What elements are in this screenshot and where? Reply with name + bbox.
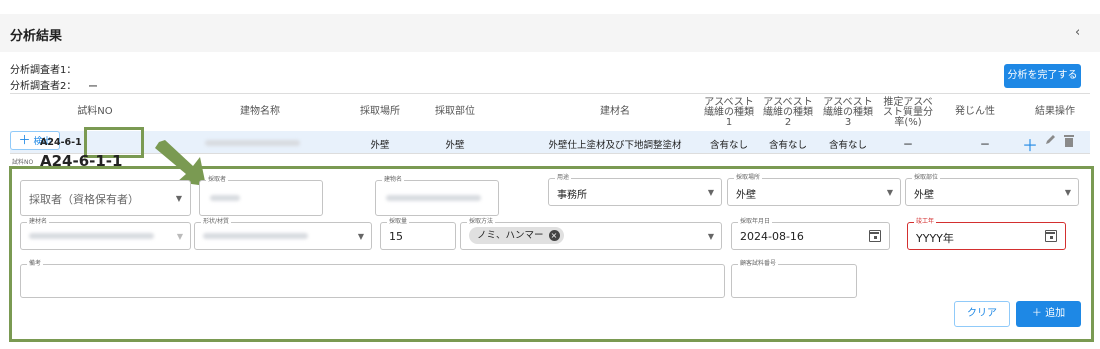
- dropdown-arrow-icon: ▼: [357, 232, 364, 241]
- dropdown-arrow-icon: ▼: [175, 194, 182, 203]
- investigator-1-label: 分析調査者1：: [10, 65, 77, 76]
- usage-select[interactable]: 用途 事務所 ▼: [548, 173, 722, 206]
- part-value: 外壁: [914, 190, 934, 201]
- add-button[interactable]: ＋ 追加: [1016, 301, 1081, 327]
- ratio-cell: ー: [903, 140, 913, 151]
- shape-select[interactable]: 形状/材質 ▼: [194, 217, 372, 250]
- method-chip[interactable]: ノミ、ハンマー ×: [469, 227, 564, 244]
- field-label: 備考: [27, 259, 44, 269]
- add-icon[interactable]: ＋: [1022, 132, 1038, 156]
- building-name-field[interactable]: 建物名: [375, 175, 499, 216]
- field-label: 採取年月日: [738, 217, 773, 227]
- amount-value: 15: [389, 230, 403, 243]
- column-header: 結果操作: [1035, 106, 1075, 117]
- table-header: 試料NO 建物名称 採取場所 採取部位 建材名 アスベスト 繊維の種類 1 アス…: [10, 93, 1090, 132]
- field-label: 採取量: [387, 217, 410, 227]
- calendar-icon[interactable]: [1045, 230, 1057, 242]
- part-cell: 外壁: [445, 140, 465, 151]
- field-label: 採取部位: [912, 173, 941, 183]
- column-header: 発じん性: [955, 106, 995, 117]
- place-value: 外壁: [736, 190, 756, 201]
- material-cell: 外壁仕上塗材及び下地調整塗材: [548, 140, 682, 151]
- field-label: 竣工年: [914, 217, 937, 227]
- column-header: 採取部位: [435, 106, 475, 117]
- collector-placeholder: 採取者（資格保有者）: [29, 193, 139, 206]
- date-value: 2024-08-16: [740, 230, 804, 243]
- collector-select[interactable]: 採取者（資格保有者） ▼: [20, 180, 191, 216]
- field-label: 採取方法: [467, 217, 496, 227]
- material-name-field[interactable]: 建材名 ▼: [20, 217, 191, 250]
- dropdown-arrow-icon: ▼: [176, 232, 183, 241]
- date-field[interactable]: 採取年月日 2024-08-16: [731, 217, 890, 250]
- page-title: 分析結果: [10, 29, 63, 44]
- title-bar: [0, 14, 1100, 52]
- investigator-2-value: ー: [88, 82, 98, 93]
- dropdown-arrow-icon: ▼: [886, 188, 893, 197]
- fiber-type-2-cell: 含有なし: [768, 140, 807, 151]
- calendar-icon[interactable]: [869, 230, 881, 242]
- redacted-value: [29, 233, 154, 239]
- redacted-value: [210, 195, 240, 201]
- year-field[interactable]: 竣工年 YYYY年: [907, 217, 1066, 250]
- dropdown-arrow-icon: ▼: [1064, 188, 1071, 197]
- dropdown-arrow-icon: ▼: [707, 188, 714, 197]
- chip-close-icon[interactable]: ×: [548, 230, 560, 241]
- column-header: 推定アスベ スト質量分 率(%): [883, 97, 933, 128]
- note-field[interactable]: 備考: [20, 259, 725, 298]
- column-header: アスベスト 繊維の種類 1: [704, 97, 754, 128]
- plus-icon: ＋: [18, 133, 31, 147]
- place-cell: 外壁: [370, 140, 390, 151]
- redacted-value: [203, 233, 308, 239]
- edit-icon[interactable]: [1044, 133, 1056, 150]
- column-header: 建材名: [600, 106, 630, 117]
- clear-button[interactable]: クリア: [954, 301, 1010, 327]
- redacted-building-name: [205, 140, 300, 146]
- field-label: 形状/材質: [201, 217, 232, 227]
- field-label: 建材名: [27, 217, 50, 227]
- field-label: 採取場所: [734, 173, 763, 183]
- column-header: アスベスト 繊維の種類 3: [823, 97, 873, 128]
- column-header: アスベスト 繊維の種類 2: [763, 97, 813, 128]
- collector-name-field[interactable]: 採取者: [199, 175, 323, 216]
- place-select[interactable]: 採取場所 外壁 ▼: [727, 173, 901, 206]
- column-header: 採取場所: [360, 106, 400, 117]
- column-header: 建物名称: [240, 106, 280, 117]
- field-label: 建物名: [382, 175, 405, 185]
- dropdown-arrow-icon: ▼: [707, 232, 714, 241]
- amount-field[interactable]: 採取量 15: [380, 217, 456, 250]
- trash-icon[interactable]: [1064, 134, 1074, 150]
- fiber-type-3-cell: 含有なし: [828, 140, 867, 151]
- customer-sample-no-field[interactable]: 顧客試料番号: [731, 259, 857, 298]
- field-label: 用途: [555, 173, 572, 183]
- usage-value: 事務所: [557, 190, 587, 201]
- redacted-value: [386, 195, 481, 201]
- column-header: 試料NO: [77, 106, 113, 117]
- investigator-2-label: 分析調査者2：: [10, 81, 77, 92]
- year-placeholder: YYYY年: [916, 232, 954, 245]
- fiber-type-1-cell: 含有なし: [709, 140, 748, 151]
- field-label: 採取者: [206, 175, 229, 185]
- part-select[interactable]: 採取部位 外壁 ▼: [905, 173, 1079, 206]
- dust-cell: ー: [980, 140, 990, 151]
- method-chip-label: ノミ、ハンマー: [477, 230, 544, 241]
- chevron-left-icon[interactable]: ‹: [1075, 25, 1080, 40]
- sample-no-heading-label: 試料NO: [12, 159, 34, 166]
- method-select[interactable]: 採取方法 ノミ、ハンマー × ▼: [460, 217, 722, 250]
- field-label: 顧客試料番号: [738, 259, 779, 269]
- complete-analysis-button[interactable]: 分析を完了する: [1004, 64, 1081, 88]
